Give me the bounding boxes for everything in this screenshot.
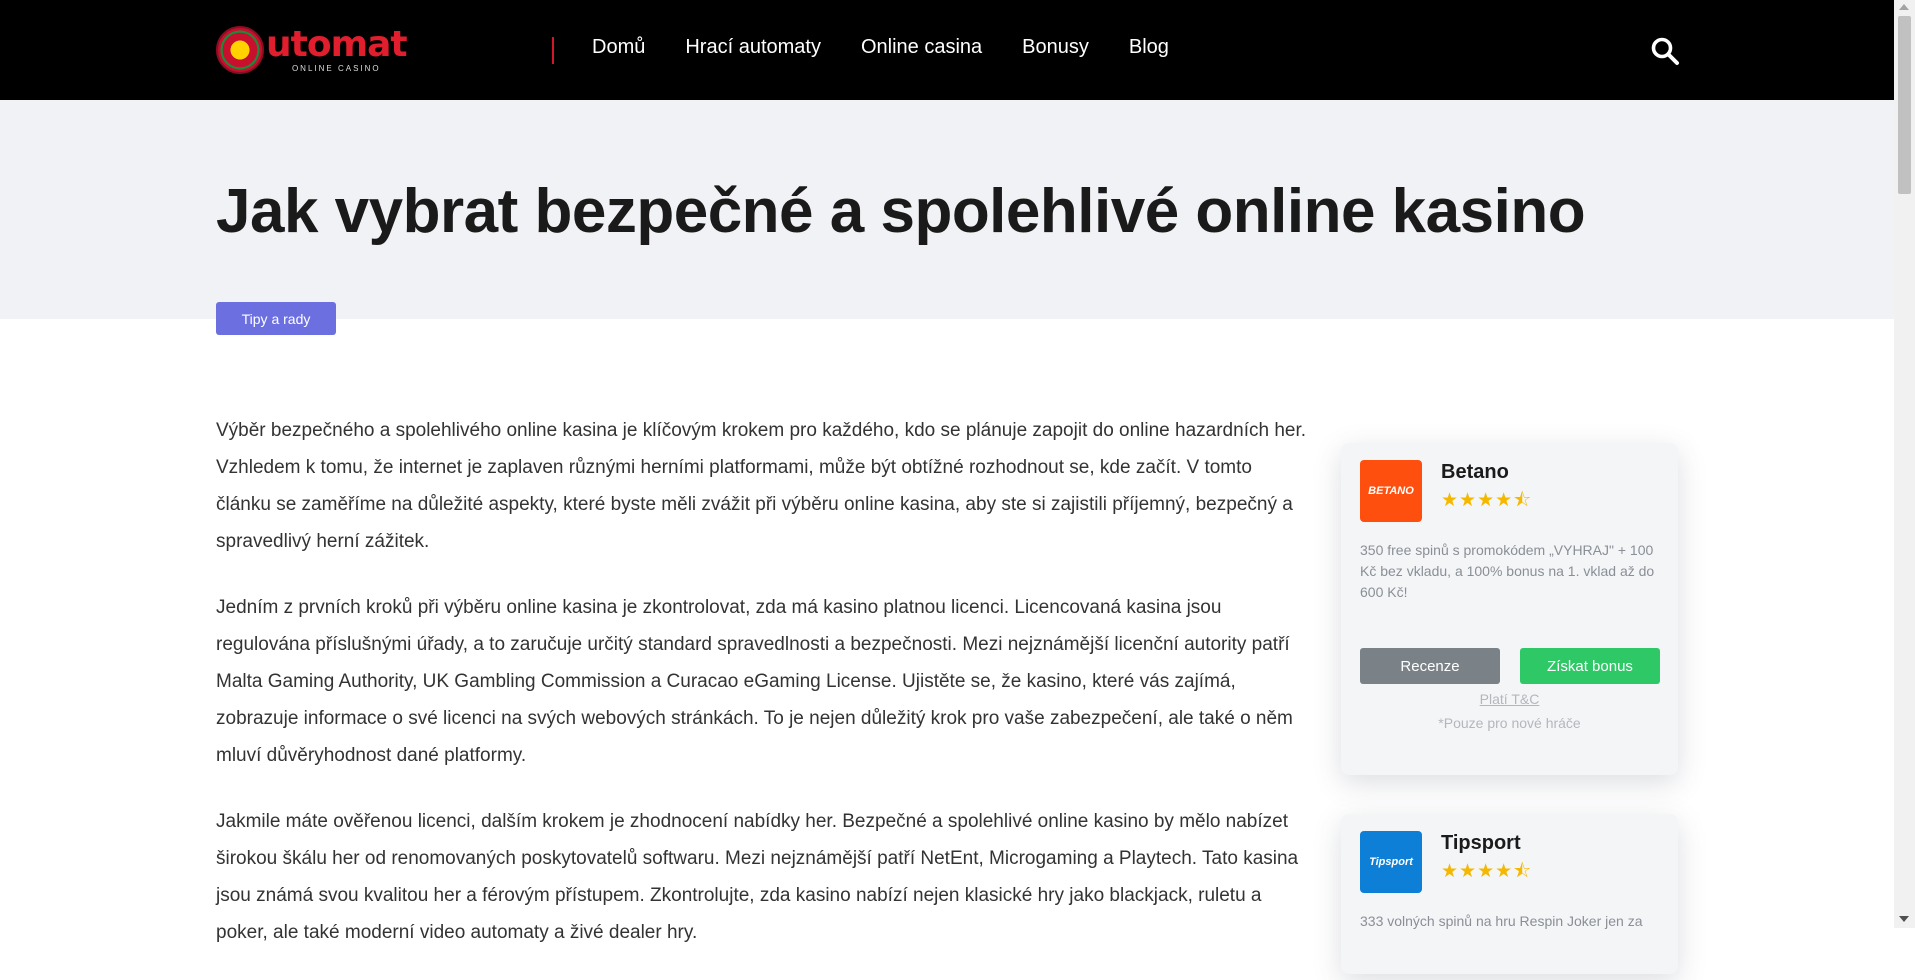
article-paragraph: Jedním z prvních kroků při výběru online… [216, 597, 1293, 766]
page-scrollbar[interactable] [1894, 0, 1915, 928]
star-rating-icon: ★★★★⯪ [1441, 490, 1533, 511]
article-paragraph: Výběr bezpečného a spolehlivého online k… [216, 420, 1307, 552]
tipsport-logo[interactable]: Tipsport [1360, 831, 1422, 893]
terms-link[interactable]: Platí T&C [1341, 691, 1678, 707]
category-tag[interactable]: Tipy a rady [216, 302, 336, 335]
search-icon [1651, 37, 1679, 65]
review-button[interactable]: Recenze [1360, 648, 1500, 684]
scrollbar-thumb[interactable] [1898, 16, 1911, 194]
article-body: Výběr bezpečného a spolehlivého online k… [216, 412, 1306, 980]
bonus-description: 333 volných spinů na hru Respin Joker je… [1360, 913, 1643, 929]
nav-item-online-casina[interactable]: Online casina [861, 36, 982, 59]
get-bonus-button[interactable]: Získat bonus [1520, 648, 1660, 684]
nav-item-hraci-automaty[interactable]: Hrací automaty [685, 36, 821, 59]
nav-divider [552, 37, 554, 64]
article-paragraph: Jakmile máte ověřenou licenci, dalším kr… [216, 811, 1299, 943]
logo-subtitle: ONLINE CASINO [291, 64, 381, 73]
search-button[interactable] [1650, 36, 1680, 66]
scroll-down-arrow-icon[interactable] [1899, 916, 1909, 922]
new-players-note: *Pouze pro nové hráče [1438, 715, 1581, 731]
star-rating-icon: ★★★★⯪ [1441, 861, 1533, 882]
nav-item-bonusy[interactable]: Bonusy [1022, 36, 1089, 59]
casino-card-tipsport: Tipsport Tipsport ★★★★⯪ 333 volných spin… [1341, 814, 1678, 974]
bonus-description: 350 free spinů s promokódem „VYHRAJ" + 1… [1360, 542, 1655, 600]
main-nav: Domů Hrací automaty Online casina Bonusy… [592, 36, 1169, 59]
casino-name: Betano [1441, 461, 1509, 483]
roulette-wheel-icon [216, 26, 264, 74]
logo-wordmark: utomat [266, 24, 408, 65]
nav-item-domu[interactable]: Domů [592, 36, 645, 59]
scroll-up-arrow-icon[interactable] [1899, 4, 1909, 10]
site-header: utomat ONLINE CASINO Domů Hrací automaty… [0, 0, 1894, 100]
casino-name: Tipsport [1441, 832, 1521, 854]
site-logo[interactable]: utomat ONLINE CASINO [216, 22, 416, 78]
betano-logo[interactable]: BETANO [1360, 460, 1422, 522]
page-title: Jak vybrat bezpečné a spolehlivé online … [216, 177, 1586, 246]
casino-card-betano: BETANO Betano ★★★★⯪ 350 free spinů s pro… [1341, 443, 1678, 775]
nav-item-blog[interactable]: Blog [1129, 36, 1169, 59]
